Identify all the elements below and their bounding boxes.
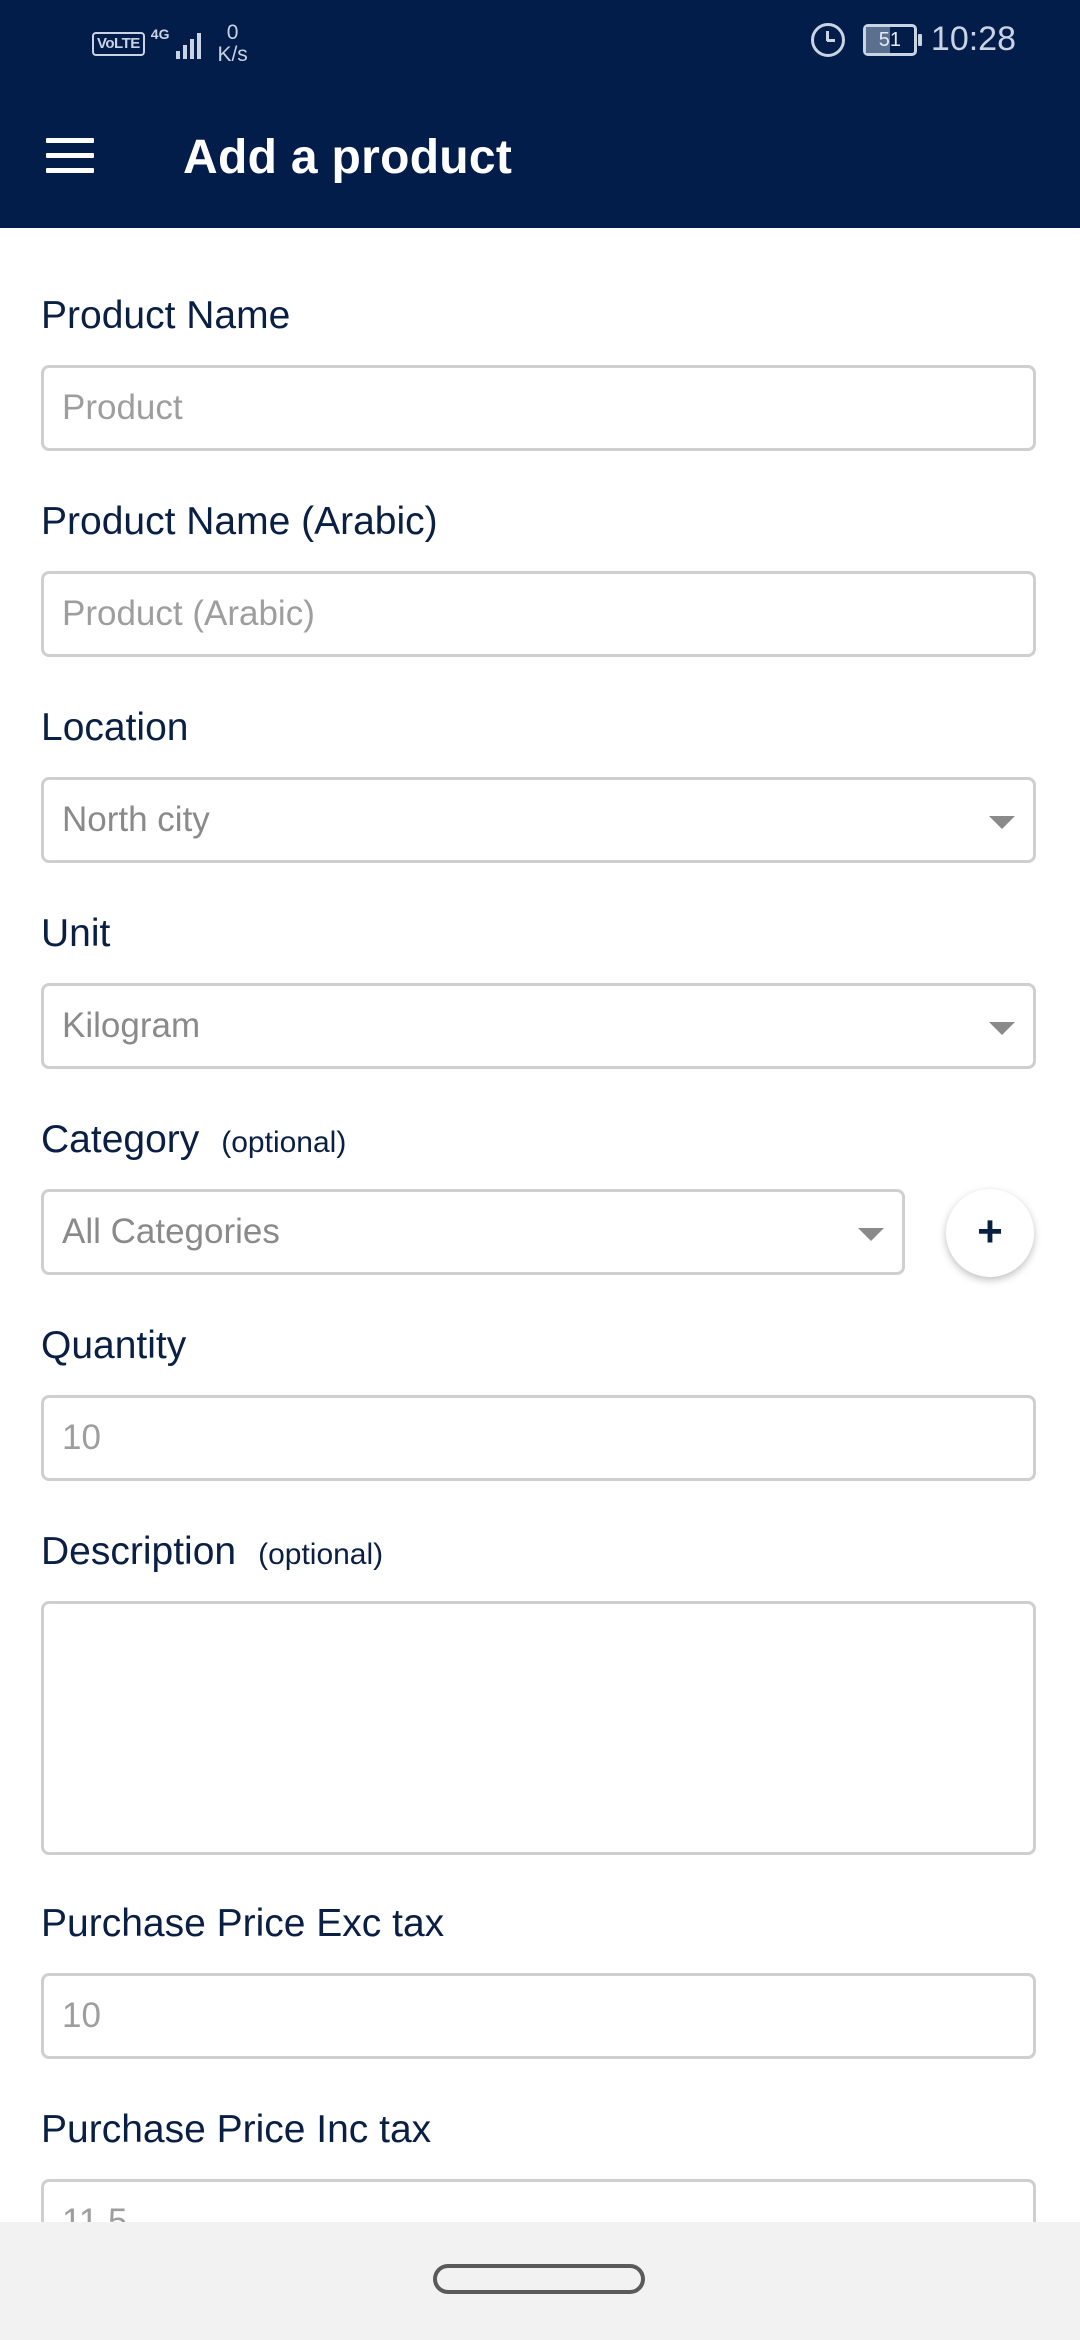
category-optional-tag: (optional) — [221, 1126, 347, 1159]
chevron-down-icon — [858, 1228, 884, 1241]
chevron-down-icon — [989, 816, 1015, 829]
volte-badge: VoLTE — [92, 32, 145, 56]
unit-select[interactable]: Kilogram — [41, 983, 1036, 1069]
category-value: All Categories — [62, 1212, 280, 1251]
network-speed-unit: K/s — [217, 43, 248, 66]
add-category-button[interactable]: + — [946, 1189, 1034, 1277]
quantity-label: Quantity — [41, 1324, 187, 1367]
status-bar: VoLTE 4G 0 K/s 51 10:28 — [0, 0, 1080, 84]
home-gesture-pill[interactable] — [433, 2264, 645, 2294]
purchase-price-exc-label: Purchase Price Exc tax — [41, 1902, 445, 1945]
status-right: 51 10:28 — [810, 20, 1016, 59]
system-nav-bar — [0, 2222, 1080, 2340]
purchase-price-exc-input[interactable] — [41, 1973, 1036, 2059]
category-label: Category (optional) — [41, 1118, 346, 1162]
location-value: North city — [62, 800, 210, 839]
clock: 10:28 — [930, 20, 1016, 58]
location-select[interactable]: North city — [41, 777, 1036, 863]
unit-label: Unit — [41, 912, 111, 955]
app-bar: Add a product — [0, 84, 1080, 228]
description-textarea[interactable] — [41, 1601, 1036, 1855]
menu-icon[interactable] — [46, 138, 96, 174]
quantity-input[interactable] — [41, 1395, 1036, 1481]
description-optional-tag: (optional) — [258, 1538, 384, 1571]
product-name-arabic-label: Product Name (Arabic) — [41, 500, 438, 543]
signal-icon — [173, 29, 202, 59]
network-type: 4G — [150, 26, 170, 42]
category-label-text: Category — [41, 1118, 200, 1161]
product-name-input[interactable] — [41, 365, 1036, 451]
description-label: Description (optional) — [41, 1530, 383, 1574]
battery-icon: 51 — [862, 23, 922, 56]
category-select[interactable]: All Categories — [41, 1189, 905, 1275]
page-title: Add a product — [183, 131, 513, 184]
status-left: VoLTE 4G 0 K/s — [92, 22, 248, 66]
unit-value: Kilogram — [62, 1006, 201, 1045]
network-speed-value: 0 — [226, 21, 239, 44]
network-speed: 0 K/s — [217, 22, 247, 66]
product-name-label: Product Name — [41, 294, 291, 337]
chevron-down-icon — [989, 1022, 1015, 1035]
product-name-arabic-input[interactable] — [41, 571, 1036, 657]
battery-level: 51 — [878, 28, 902, 51]
description-label-text: Description — [41, 1530, 237, 1573]
purchase-price-inc-label: Purchase Price Inc tax — [41, 2108, 432, 2151]
location-label: Location — [41, 706, 189, 749]
plus-icon: + — [977, 1207, 1003, 1256]
alarm-icon — [810, 22, 845, 57]
